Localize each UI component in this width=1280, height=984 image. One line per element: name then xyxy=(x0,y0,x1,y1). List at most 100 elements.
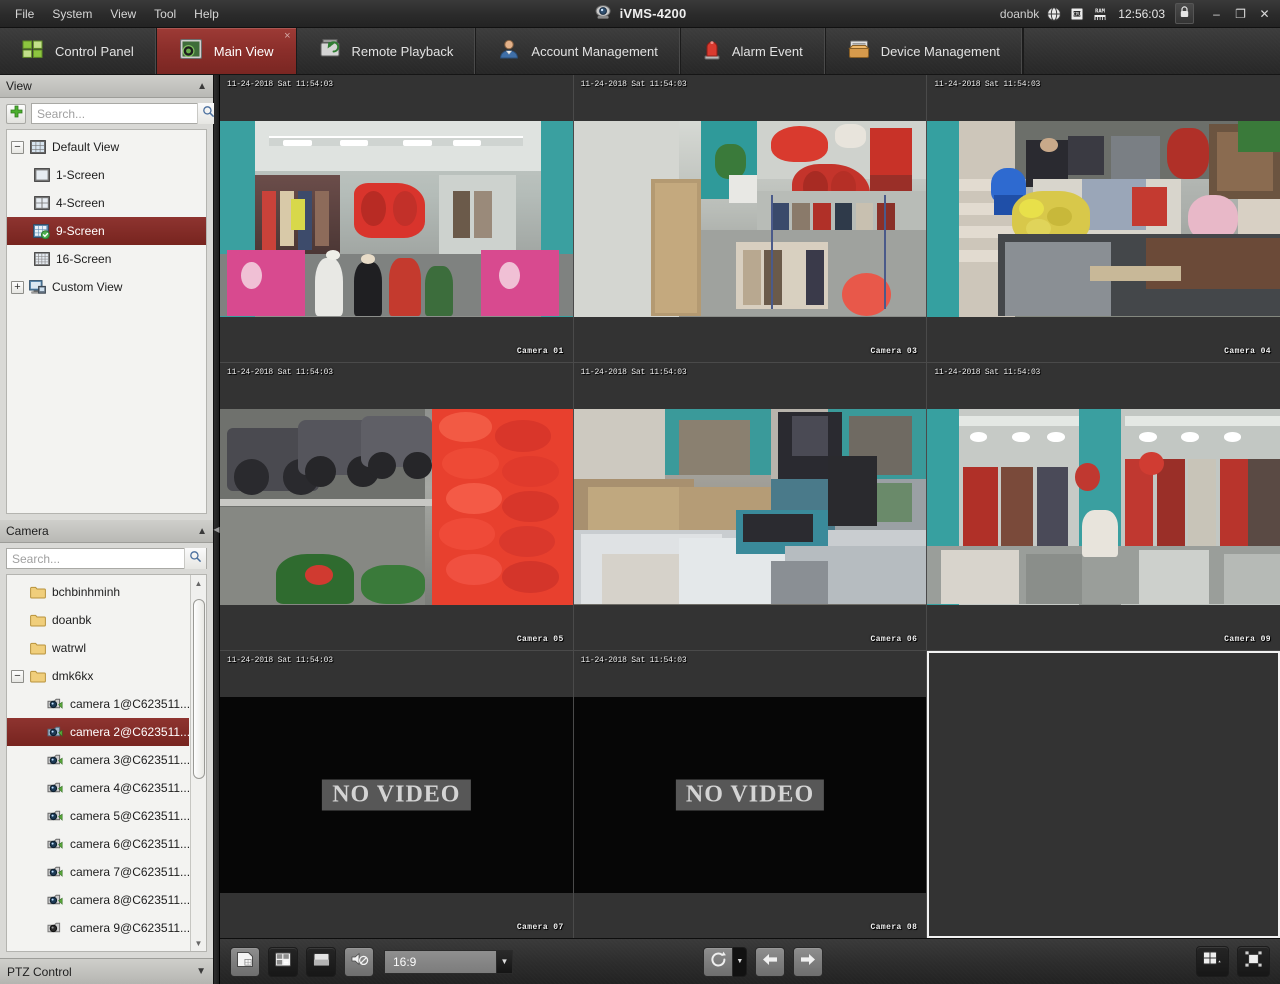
audio-mute-button[interactable] xyxy=(344,946,374,977)
video-cell-4[interactable]: 11-24-2018 Sat 11:54:03 Camera 05 xyxy=(220,363,573,650)
cpu-icon[interactable]: CPU xyxy=(1069,6,1085,22)
next-page-button[interactable] xyxy=(793,946,824,977)
app-brand: iVMS-4200 xyxy=(594,2,687,26)
video-area: 11-24-2018 Sat 11:54:03 Camera 01 11-24-… xyxy=(220,75,1280,984)
lock-button[interactable] xyxy=(1175,3,1194,24)
stop-all-live-view-button[interactable] xyxy=(306,946,336,977)
scrollbar-thumb[interactable] xyxy=(192,599,205,779)
tree-item-camera-3[interactable]: camera 3@C623511... xyxy=(7,746,190,774)
tree-item-camera-9[interactable]: camera 9@C623511... xyxy=(7,914,191,942)
ram-icon[interactable]: RAM xyxy=(1092,6,1108,22)
title-bar: File System View Tool Help iVMS-4200 doa… xyxy=(0,0,1280,28)
video-cell-6[interactable]: 11-24-2018 Sat 11:54:03 Camera 09 xyxy=(927,363,1280,650)
tree-item-camera-4[interactable]: camera 4@C623511... xyxy=(7,774,190,802)
scroll-down-icon[interactable]: ▼ xyxy=(191,935,207,951)
close-button[interactable]: ✕ xyxy=(1253,4,1276,24)
add-view-button[interactable] xyxy=(6,103,26,124)
tree-item-camera-2[interactable]: camera 2@C623511... xyxy=(7,718,190,746)
close-icon[interactable]: × xyxy=(284,31,290,42)
window-division-button[interactable] xyxy=(1195,946,1229,977)
view-panel-title: View xyxy=(6,79,32,93)
expander-icon[interactable]: − xyxy=(11,140,24,154)
ptz-control-header[interactable]: PTZ Control ▼ xyxy=(0,958,213,984)
tab-device-management[interactable]: Device Management xyxy=(826,28,1023,74)
view-search-input[interactable] xyxy=(32,104,197,123)
tree-item-dmk6kx[interactable]: − dmk6kx xyxy=(7,662,189,690)
tab-account-management[interactable]: Account Management xyxy=(476,28,681,74)
minimize-button[interactable]: – xyxy=(1205,4,1228,24)
restore-button[interactable]: ❐ xyxy=(1229,4,1252,24)
tab-alarm-event[interactable]: Alarm Event xyxy=(681,28,826,74)
chevron-down-icon[interactable]: ▼ xyxy=(496,949,513,974)
view-tree-panel[interactable]: − Default View 1-Screen 4-Screen 9-Scree… xyxy=(6,129,207,514)
tree-item-4-screen[interactable]: 4-Screen xyxy=(7,189,206,217)
expander-icon[interactable]: − xyxy=(11,669,24,683)
chevron-down-icon[interactable]: ▼ xyxy=(733,946,748,977)
tree-item-16-screen[interactable]: 16-Screen xyxy=(7,245,206,273)
video-cell-9[interactable] xyxy=(927,651,1280,938)
menu-item-system[interactable]: System xyxy=(43,3,101,25)
tab-control-panel[interactable]: Control Panel xyxy=(0,28,157,74)
chevron-down-icon[interactable]: ▼ xyxy=(196,966,206,977)
multi-capture-button[interactable] xyxy=(268,946,298,977)
tree-item-watrwl[interactable]: watrwl xyxy=(7,634,189,662)
expander-icon[interactable]: + xyxy=(11,280,24,294)
camera-icon xyxy=(47,809,64,824)
arrow-left-icon xyxy=(761,952,779,972)
scrollbar-track[interactable] xyxy=(191,591,207,935)
video-cell-3[interactable]: 11-24-2018 Sat 11:54:03 Camera 04 xyxy=(927,75,1280,362)
tree-item-camera-1[interactable]: camera 1@C623511... xyxy=(7,690,191,718)
custom-view-icon xyxy=(29,279,46,295)
tree-item-label: Default View xyxy=(52,140,120,154)
capture-picture-button[interactable] xyxy=(230,946,260,977)
camera-panel-header[interactable]: Camera ▲ xyxy=(0,520,213,543)
search-icon xyxy=(189,550,202,568)
auto-switch-button[interactable] xyxy=(703,946,734,977)
scroll-up-icon[interactable]: ▲ xyxy=(191,575,207,591)
camera-search-button[interactable] xyxy=(184,548,206,569)
collapse-panel-icon[interactable]: ◀ xyxy=(213,525,219,534)
video-cell-5[interactable]: 11-24-2018 Sat 11:54:03 Camera 06 xyxy=(573,363,927,650)
network-icon[interactable] xyxy=(1046,6,1062,22)
tab-main-view[interactable]: Main View × xyxy=(156,28,297,74)
default-view-icon xyxy=(29,140,46,155)
menu-item-view[interactable]: View xyxy=(101,3,145,25)
video-cell-1[interactable]: 11-24-2018 Sat 11:54:03 Camera 01 xyxy=(220,75,573,362)
tree-item-doanbk[interactable]: doanbk xyxy=(7,606,189,634)
device-management-icon xyxy=(847,39,870,64)
tree-item-label: camera 9@C623511... xyxy=(70,921,191,935)
chevron-up-icon[interactable]: ▲ xyxy=(197,81,207,92)
camera-search-input[interactable] xyxy=(7,549,184,568)
tree-item-label: camera 1@C623511... xyxy=(70,697,191,711)
tree-item-camera-7[interactable]: camera 7@C623511... xyxy=(7,858,190,886)
camera-search-row xyxy=(0,543,213,574)
menu-item-tool[interactable]: Tool xyxy=(145,3,185,25)
camera-tree-scrollbar[interactable]: ▲ ▼ xyxy=(190,575,206,951)
tree-item-bchbinhminh[interactable]: bchbinhminh xyxy=(7,578,189,606)
tab-remote-playback[interactable]: Remote Playback xyxy=(297,28,477,74)
menu-item-help[interactable]: Help xyxy=(185,3,228,25)
tree-item-camera-5[interactable]: camera 5@C623511... xyxy=(7,802,190,830)
audio-mute-icon xyxy=(350,951,369,972)
view-panel-header[interactable]: View ▲ xyxy=(0,75,213,98)
aspect-ratio-dropdown[interactable]: 16:9 ▼ xyxy=(384,949,513,974)
video-cell-7[interactable]: NO VIDEO 11-24-2018 Sat 11:54:03 Camera … xyxy=(220,651,573,938)
osd-timestamp: 11-24-2018 Sat 11:54:03 xyxy=(580,368,687,377)
tree-item-default-view[interactable]: − Default View xyxy=(7,133,206,161)
video-cell-2[interactable]: 11-24-2018 Sat 11:54:03 Camera 03 xyxy=(573,75,927,362)
camera-tree-panel[interactable]: bchbinhminh doanbk watrwl − dmk6kx camer… xyxy=(6,574,207,952)
view-search-box[interactable] xyxy=(31,103,220,124)
full-screen-button[interactable] xyxy=(1236,946,1270,977)
chevron-up-icon[interactable]: ▲ xyxy=(197,526,207,537)
left-panel: View ▲ Search... − Default View 1-Screen… xyxy=(0,75,220,984)
tree-item-custom-view[interactable]: + Custom View xyxy=(7,273,206,301)
camera-search-box[interactable] xyxy=(6,548,207,569)
tree-item-camera-6[interactable]: camera 6@C623511... xyxy=(7,830,190,858)
tree-item-camera-8[interactable]: camera 8@C623511... xyxy=(7,886,190,914)
menu-item-file[interactable]: File xyxy=(6,3,43,25)
previous-page-button[interactable] xyxy=(755,946,786,977)
tree-item-9-screen[interactable]: 9-Screen xyxy=(7,217,206,245)
tree-item-1-screen[interactable]: 1-Screen xyxy=(7,161,206,189)
auto-switch-split-button[interactable]: ▼ xyxy=(703,946,748,977)
video-cell-8[interactable]: NO VIDEO 11-24-2018 Sat 11:54:03 Camera … xyxy=(573,651,927,938)
